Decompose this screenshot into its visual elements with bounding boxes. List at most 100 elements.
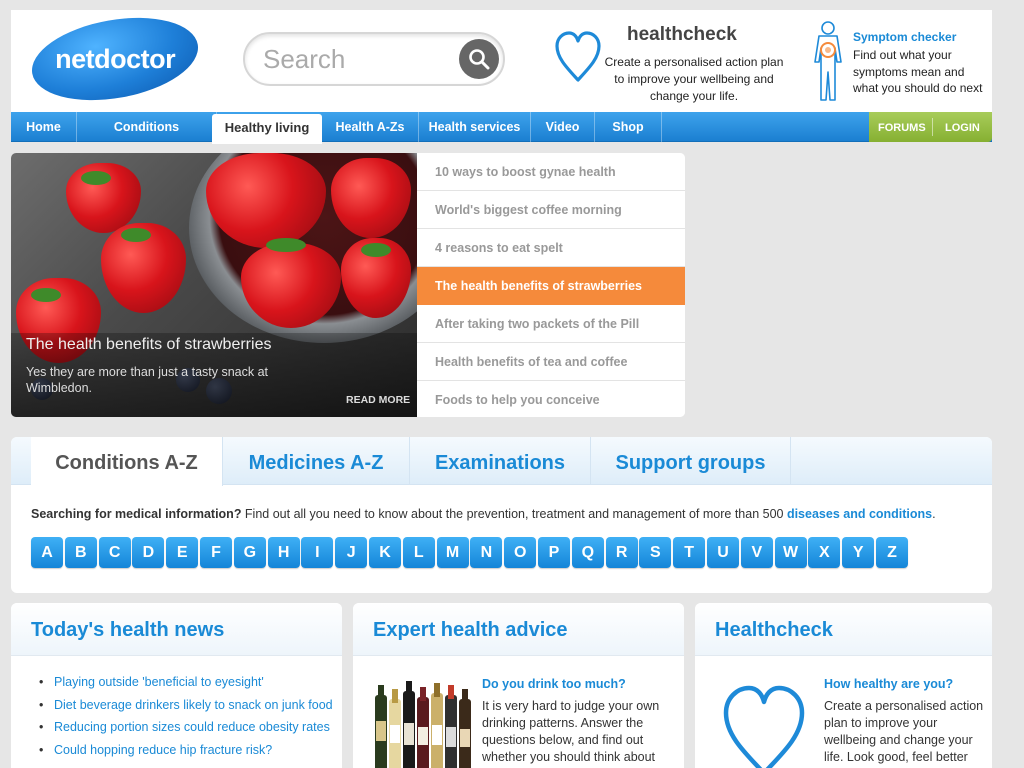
symptom-checker-text: Find out what your symptoms mean and wha… bbox=[853, 48, 983, 95]
news-item[interactable]: Could hopping reduce hip fracture risk? bbox=[39, 743, 333, 766]
az-intro-text: Find out all you need to know about the … bbox=[241, 507, 787, 521]
letter-button-k[interactable]: K bbox=[369, 537, 401, 568]
card-header: Today's health news bbox=[11, 603, 342, 656]
wine-bottles-image[interactable] bbox=[373, 681, 473, 768]
search-box bbox=[243, 32, 505, 86]
nav-health-azs[interactable]: Health A-Zs bbox=[322, 112, 419, 142]
nav-conditions[interactable]: Conditions bbox=[77, 112, 217, 142]
card-header: Expert health advice bbox=[353, 603, 684, 656]
letter-button-a[interactable]: A bbox=[31, 537, 63, 568]
hero-list-item[interactable]: After taking two packets of the Pill bbox=[417, 305, 685, 343]
leaf-graphic bbox=[31, 288, 61, 302]
nav-health-services[interactable]: Health services bbox=[419, 112, 531, 142]
login-link[interactable]: LOGIN bbox=[945, 112, 980, 144]
healthcheck-card-body: Create a personalised action plan to imp… bbox=[824, 699, 984, 764]
healthcheck-card: Healthcheck How healthy are you? Create … bbox=[695, 603, 992, 768]
advice-card: Expert health advice Do you drink too mu… bbox=[353, 603, 684, 768]
healthcheck-card-title[interactable]: Healthcheck bbox=[715, 619, 833, 642]
strawberries-image[interactable]: The health benefits of strawberries Yes … bbox=[11, 153, 417, 417]
card-header: Healthcheck bbox=[695, 603, 992, 656]
advice-title[interactable]: Expert health advice bbox=[373, 619, 568, 642]
letter-button-t[interactable]: T bbox=[673, 537, 706, 568]
letter-button-c[interactable]: C bbox=[98, 537, 131, 568]
letter-button-i[interactable]: I bbox=[301, 537, 334, 568]
healthcheck-promo-title: healthcheck bbox=[627, 24, 737, 45]
healthcheck-promo-text: Create a personalised action plan to imp… bbox=[604, 55, 784, 103]
hero-list-item[interactable]: Health benefits of tea and coffee bbox=[417, 343, 685, 381]
az-tabs: Conditions A-Z Medicines A-Z Examination… bbox=[11, 437, 992, 486]
letter-button-g[interactable]: G bbox=[233, 537, 266, 568]
netdoctor-logo[interactable]: netdoctor bbox=[25, 6, 205, 112]
healthcheck-promo[interactable]: healthcheck Create a personalised action… bbox=[551, 20, 791, 110]
body-outline-icon bbox=[814, 21, 842, 101]
leaf-graphic bbox=[361, 243, 391, 257]
letter-button-x[interactable]: X bbox=[808, 537, 841, 568]
letter-button-e[interactable]: E bbox=[166, 537, 199, 568]
tab-support-groups[interactable]: Support groups bbox=[591, 437, 791, 485]
az-intro-bold: Searching for medical information? bbox=[31, 507, 242, 521]
hero-title[interactable]: The health benefits of strawberries bbox=[26, 336, 271, 354]
search-icon bbox=[469, 49, 490, 70]
letter-button-j[interactable]: J bbox=[335, 537, 368, 568]
leaf-graphic bbox=[121, 228, 151, 242]
letter-button-o[interactable]: O bbox=[504, 537, 537, 568]
news-item[interactable]: Playing outside 'beneficial to eyesight' bbox=[39, 675, 333, 698]
letter-button-z[interactable]: Z bbox=[876, 537, 908, 568]
news-title[interactable]: Today's health news bbox=[31, 619, 224, 642]
hero-article-list: 10 ways to boost gynae health World's bi… bbox=[417, 153, 685, 417]
tab-conditions-az[interactable]: Conditions A-Z bbox=[31, 437, 223, 486]
advice-body: It is very hard to judge your own drinki… bbox=[482, 699, 660, 764]
letter-button-r[interactable]: R bbox=[605, 537, 638, 568]
letter-button-m[interactable]: M bbox=[436, 537, 469, 568]
search-button[interactable] bbox=[459, 39, 499, 79]
news-item[interactable]: Reducing portion sizes could reduce obes… bbox=[39, 720, 333, 743]
heart-icon bbox=[555, 31, 601, 82]
letter-button-w[interactable]: W bbox=[774, 537, 807, 568]
hero-carousel: The health benefits of strawberries Yes … bbox=[11, 153, 685, 417]
nav-healthy-living[interactable]: Healthy living bbox=[212, 114, 322, 144]
hero-list-item[interactable]: 10 ways to boost gynae health bbox=[417, 153, 685, 191]
letter-button-s[interactable]: S bbox=[639, 537, 672, 568]
nav-shop[interactable]: Shop bbox=[595, 112, 662, 142]
logo-text: netdoctor bbox=[55, 43, 175, 74]
symptom-checker-promo[interactable]: Symptom checker Find out what your sympt… bbox=[807, 18, 992, 108]
az-panel: Conditions A-Z Medicines A-Z Examination… bbox=[11, 437, 992, 593]
letter-button-q[interactable]: Q bbox=[571, 537, 604, 568]
nav-home[interactable]: Home bbox=[11, 112, 77, 142]
letter-button-b[interactable]: B bbox=[64, 537, 97, 568]
letter-button-y[interactable]: Y bbox=[842, 537, 875, 568]
read-more-link[interactable]: READ MORE bbox=[346, 394, 410, 406]
nav-divider bbox=[932, 118, 933, 136]
forums-link[interactable]: FORUMS bbox=[878, 112, 926, 144]
letter-button-p[interactable]: P bbox=[538, 537, 570, 568]
letter-button-n[interactable]: N bbox=[470, 537, 503, 568]
hero-list-item[interactable]: Foods to help you conceive bbox=[417, 381, 685, 417]
healthcheck-card-subtitle[interactable]: How healthy are you? bbox=[824, 677, 953, 691]
letter-button-d[interactable]: D bbox=[132, 537, 165, 568]
letter-button-v[interactable]: V bbox=[740, 537, 773, 568]
hero-list-item[interactable]: World's biggest coffee morning bbox=[417, 191, 685, 229]
tab-examinations[interactable]: Examinations bbox=[410, 437, 591, 485]
leaf-graphic bbox=[266, 238, 306, 252]
letter-button-f[interactable]: F bbox=[200, 537, 232, 568]
diseases-conditions-link[interactable]: diseases and conditions bbox=[787, 507, 932, 521]
az-intro: Searching for medical information? Find … bbox=[31, 507, 936, 521]
hero-list-item-active[interactable]: The health benefits of strawberries bbox=[417, 267, 685, 305]
nav-video[interactable]: Video bbox=[531, 112, 595, 142]
letter-button-l[interactable]: L bbox=[402, 537, 435, 568]
advice-subtitle[interactable]: Do you drink too much? bbox=[482, 677, 626, 691]
hero-subtitle: Yes they are more than just a tasty snac… bbox=[26, 365, 269, 395]
az-intro-end: . bbox=[932, 507, 936, 521]
hero-list-item[interactable]: 4 reasons to eat spelt bbox=[417, 229, 685, 267]
letter-button-h[interactable]: H bbox=[267, 537, 300, 568]
symptom-checker-title: Symptom checker bbox=[853, 30, 957, 44]
search-input[interactable] bbox=[263, 44, 443, 74]
main-nav: Home Conditions Healthy living Health A-… bbox=[11, 112, 992, 144]
leaf-graphic bbox=[81, 171, 111, 185]
news-list: Playing outside 'beneficial to eyesight'… bbox=[39, 675, 333, 766]
account-links: FORUMS LOGIN bbox=[869, 112, 992, 142]
site-header: netdoctor healthcheck Create a personali… bbox=[11, 6, 992, 112]
news-item[interactable]: Diet beverage drinkers likely to snack o… bbox=[39, 698, 333, 721]
tab-medicines-az[interactable]: Medicines A-Z bbox=[223, 437, 410, 485]
letter-button-u[interactable]: U bbox=[707, 537, 739, 568]
